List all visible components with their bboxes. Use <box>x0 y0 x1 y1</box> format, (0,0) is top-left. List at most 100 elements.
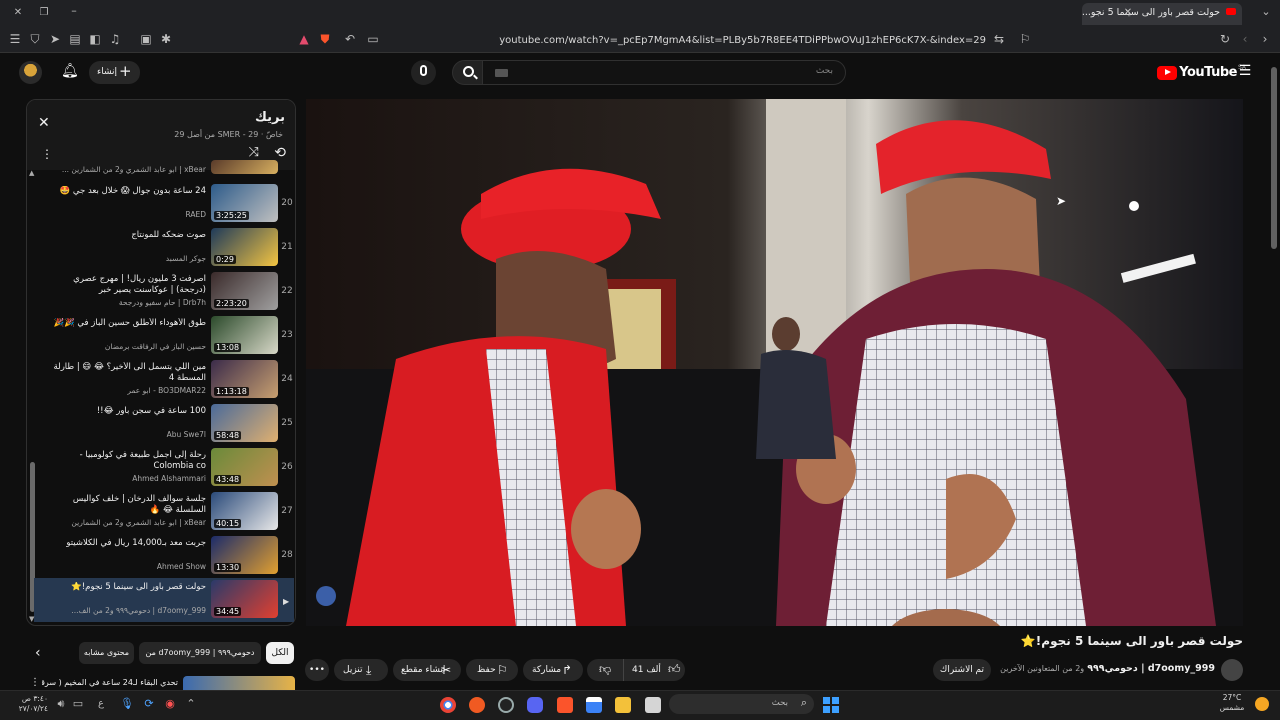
playlist-item-thumbnail[interactable]: 0:29 <box>211 228 278 266</box>
playlist-item-thumbnail[interactable]: 1:13:18 <box>211 360 278 398</box>
file-explorer-icon[interactable] <box>615 697 631 713</box>
chip-all[interactable]: الكل <box>266 642 294 664</box>
next-video-title[interactable]: تحدي البقاء لـ24 ساعة في المخيم ( سرقة ا… <box>42 678 178 687</box>
subscribed-button[interactable]: تم الاشتراك <box>933 659 991 681</box>
sync-tray-icon[interactable]: ⟳ <box>141 697 157 713</box>
playlist-scroll-up-icon[interactable]: ▲ <box>29 169 34 177</box>
taskbar-clock[interactable]: ٣:٤٠ ص ٢٧/٠٧/٢٤ <box>8 694 48 714</box>
window-restore-icon[interactable]: ❐ <box>36 6 52 22</box>
app2-taskbar-icon[interactable] <box>498 697 514 713</box>
input-language[interactable]: ع <box>93 697 109 713</box>
chips-scroll-left-icon[interactable]: ‹ <box>35 645 41 661</box>
reader-icon[interactable]: ▤ <box>67 32 83 48</box>
music-icon[interactable]: ♫ <box>107 32 123 48</box>
next-video-thumbnail[interactable] <box>183 676 295 690</box>
share-link-icon[interactable]: ⇆ <box>991 32 1007 48</box>
cast-icon[interactable]: ▭ <box>365 32 381 48</box>
reload-icon[interactable]: ↻ <box>1217 32 1233 48</box>
bookmark-icon[interactable]: ⚐ <box>1017 32 1033 48</box>
chip-from-channel[interactable]: من d7oomy_999 | دحومي٩٩٩ <box>139 642 261 664</box>
tray-overflow-icon[interactable]: ⌃ <box>183 697 199 713</box>
playlist-item[interactable]: 26 43:48 رحلة إلى أجمل طبيعة في كولومبيا -… <box>34 446 294 490</box>
discord-taskbar-icon[interactable] <box>527 697 543 713</box>
chrome-taskbar-icon[interactable] <box>440 697 456 713</box>
playlist-item-thumbnail[interactable]: 58:48 <box>211 404 278 442</box>
volume-icon[interactable]: 🔊︎ <box>53 697 69 713</box>
browser-tab[interactable]: حولت قصر باور الى سينما 5 نجو... <box>1082 3 1242 25</box>
playlist-item-current[interactable]: 34:45 حولت قصر باور الى سينما 5 نجوم!⭐ d7o… <box>34 578 294 622</box>
sidebar-icon[interactable]: ◧ <box>87 32 103 48</box>
start-button[interactable] <box>823 697 839 713</box>
playlist-item-thumbnail[interactable]: 43:48 <box>211 448 278 486</box>
record-tray-icon[interactable]: ◉ <box>162 697 178 713</box>
search-input[interactable]: بحث <box>482 60 846 85</box>
download-button[interactable]: ⤓ تنزيل <box>334 659 388 681</box>
shuffle-icon[interactable]: ⤨ <box>249 145 259 160</box>
playlist-scroll-down-icon[interactable]: ▼ <box>29 615 34 623</box>
like-button[interactable]: 👍︎ 41 ألف <box>623 659 685 681</box>
search-button[interactable] <box>452 60 486 85</box>
back-icon[interactable]: › <box>1257 32 1273 48</box>
playlist-item-thumbnail[interactable] <box>211 160 278 174</box>
playlist-item-thumbnail[interactable]: 40:15 <box>211 492 278 530</box>
brave-taskbar-icon[interactable] <box>557 697 573 713</box>
taskbar-search[interactable]: بحث ⌕ <box>669 694 814 714</box>
forward-icon[interactable]: ‹ <box>1237 32 1253 48</box>
channel-avatar[interactable] <box>1221 659 1243 681</box>
tab-close-icon[interactable]: ✕ <box>1120 6 1136 22</box>
notifications-bell-icon[interactable]: 🔔︎ <box>61 64 79 80</box>
clip-button[interactable]: ✂ إنشاء مقطع <box>393 659 461 681</box>
create-button[interactable]: + إنشاء <box>89 61 140 84</box>
undo-icon[interactable]: ↶ <box>342 32 358 48</box>
voice-search-button[interactable] <box>411 60 436 85</box>
playlist-item[interactable]: 24 1:13:18 مين اللي بتسمل الى الأخير؟ 😂 😄 … <box>34 358 294 402</box>
chip-related[interactable]: محتوى مشابه <box>79 642 134 664</box>
collaborators[interactable]: و2 من المتعاونين الآخرين <box>1000 664 1084 673</box>
playlist-item-thumbnail[interactable]: 3:25:25 <box>211 184 278 222</box>
wallet-icon[interactable]: ▣ <box>138 32 154 48</box>
guide-menu-icon[interactable]: ☰ <box>1237 64 1253 80</box>
window-close-icon[interactable]: ✕ <box>10 6 26 22</box>
page-scrollbar-thumb[interactable] <box>1271 67 1277 249</box>
address-bar[interactable]: youtube.com/watch?v=_pcEp7MgmA4&list=PLB… <box>396 32 1016 49</box>
channel-name[interactable]: d7oomy_999 | دحومي٩٩٩ <box>1087 663 1215 674</box>
brave-shield-icon[interactable]: ⛊ <box>317 32 333 48</box>
next-video-more-icon[interactable]: ⋮ <box>30 677 40 688</box>
loop-icon[interactable]: ⟲ <box>274 145 286 161</box>
mic-tray-icon[interactable]: 🎙︎ <box>119 697 135 713</box>
more-actions-button[interactable]: ••• <box>305 659 329 681</box>
playlist-item[interactable]: 20 3:25:25 24 ساعة بدون جوال 😱 خلال بعد جي… <box>34 182 294 226</box>
thumbs-down-icon[interactable]: 👎︎ <box>599 658 611 680</box>
extensions-icon[interactable]: ✱ <box>158 32 174 48</box>
playlist-item[interactable]: 23 13:08 طوق الأهوداء الأطلق حسين الباز في… <box>34 314 294 358</box>
window-minimize-icon[interactable]: – <box>66 4 82 20</box>
store-taskbar-icon[interactable] <box>586 697 602 713</box>
rewards-icon[interactable]: ▲ <box>296 32 312 48</box>
more-options-icon[interactable]: ⋮ <box>41 147 53 161</box>
youtube-logo[interactable]: YouTube SA <box>1157 64 1246 80</box>
weather-widget[interactable]: 27°C مشمس <box>1212 693 1252 713</box>
shield-icon[interactable]: ⛉ <box>27 32 43 48</box>
playlist-item[interactable]: xBear | ابو عابد الشمري و2 من الشمارين .… <box>34 160 294 180</box>
playlist-item-thumbnail[interactable]: 13:08 <box>211 316 278 354</box>
playlist-item-thumbnail[interactable]: 2:23:20 <box>211 272 278 310</box>
network-icon[interactable]: ▭ <box>70 697 86 713</box>
playlist-item[interactable]: 28 13:30 جربت معد بـ14,000 ريال في الكلاشي… <box>34 534 294 578</box>
app-taskbar-icon[interactable] <box>469 697 485 713</box>
page-scrollbar[interactable] <box>1268 53 1280 690</box>
playlist-item-thumbnail[interactable]: 34:45 <box>211 580 278 618</box>
video-player[interactable]: ➤ <box>306 99 1243 626</box>
playlist-item[interactable]: 27 40:15 جلسة سوالف الدرخان | خلف كواليس ا… <box>34 490 294 534</box>
playlist-item[interactable]: 22 2:23:20 اصرفت 3 مليون ريال! | مهرج عصري… <box>34 270 294 314</box>
app3-taskbar-icon[interactable] <box>645 697 661 713</box>
share-button[interactable]: ↱ مشاركة <box>523 659 583 681</box>
send-icon[interactable]: ➤ <box>47 32 63 48</box>
close-playlist-icon[interactable]: ✕ <box>38 115 50 131</box>
tab-list-chevron-icon[interactable]: ⌄ <box>1258 5 1274 21</box>
menu-icon[interactable]: ☰ <box>7 32 23 48</box>
save-button[interactable]: ⚐ حفظ <box>466 659 518 681</box>
account-avatar[interactable] <box>19 61 42 84</box>
keyboard-icon[interactable] <box>495 69 508 77</box>
playlist-item[interactable]: 21 0:29 صوت ضحكه للمونتاج جوكر المسبد <box>34 226 294 270</box>
playlist-item[interactable]: 25 58:48 100 ساعة في سجن باور 😂!! Abu Swe7l <box>34 402 294 446</box>
